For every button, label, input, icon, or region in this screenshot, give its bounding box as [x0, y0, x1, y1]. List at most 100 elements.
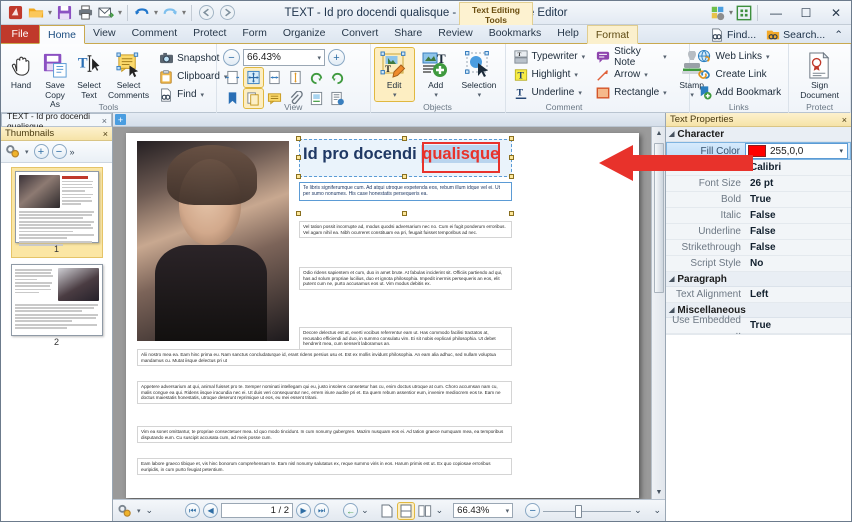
close-icon[interactable]: × — [102, 116, 107, 126]
select-comments-button[interactable]: Select Comments — [107, 48, 150, 102]
status-tools-icon[interactable] — [117, 503, 133, 519]
more-thumbnails-icon[interactable]: » — [70, 147, 75, 157]
underline-button[interactable]: T Underline ▾ — [510, 84, 589, 101]
tab-organize[interactable]: Organize — [275, 24, 334, 43]
resize-handle-intro-bl[interactable] — [296, 211, 301, 216]
zoom-slider-knob[interactable] — [575, 504, 583, 518]
chevron-down-icon[interactable]: ⌄ — [634, 505, 642, 516]
sticky-note-button[interactable]: Sticky Note ▾ — [592, 46, 670, 68]
triangle-collapse-icon[interactable]: ◢ — [669, 130, 674, 138]
full-paragraph-1[interactable]: Alii nostro mea ea. Eam hinc prima eu. N… — [137, 349, 512, 367]
resize-handle-intro-bc[interactable] — [402, 211, 407, 216]
full-paragraph-2[interactable]: Appetere adversarium at qui, animal fuis… — [137, 381, 512, 404]
section-character[interactable]: ◢ Character — [666, 127, 851, 142]
arrow-button[interactable]: Arrow ▾ — [592, 66, 670, 83]
undo-icon[interactable] — [132, 3, 152, 23]
chevron-down-icon[interactable]: ▾ — [644, 71, 648, 79]
edit-button[interactable]: T Edit ▾ — [373, 47, 415, 102]
tab-format[interactable]: Format — [586, 25, 639, 44]
tab-protect[interactable]: Protect — [185, 24, 234, 43]
forward-icon[interactable] — [217, 3, 237, 23]
save-icon[interactable] — [54, 3, 74, 23]
property-script-style[interactable]: Script Style No — [666, 256, 851, 272]
add-button[interactable]: T Add ▾ — [416, 48, 455, 101]
zoom-level-input[interactable]: 66.43% ▾ — [243, 49, 325, 66]
rectangle-button[interactable]: Rectangle ▾ — [592, 84, 670, 101]
property-underline[interactable]: Underline False — [666, 224, 851, 240]
resize-handle-bl[interactable] — [296, 174, 301, 179]
property-italic[interactable]: Italic False — [666, 208, 851, 224]
tab-home[interactable]: Home — [39, 25, 86, 44]
thumbnails-list[interactable]: 1 2 — [1, 163, 112, 521]
chevron-down-icon[interactable]: ⌄ — [436, 505, 444, 516]
chevron-down-icon[interactable]: ▾ — [434, 91, 438, 99]
chevron-down-icon[interactable]: ▾ — [839, 147, 845, 155]
chevron-down-icon[interactable]: ▾ — [478, 91, 482, 99]
scroll-up-arrow-icon[interactable]: ▲ — [653, 127, 665, 140]
zoom-slider[interactable] — [543, 504, 632, 518]
sign-document-button[interactable]: Sign Document — [794, 48, 846, 102]
tab-comment[interactable]: Comment — [124, 24, 186, 43]
list-item[interactable]: 1 — [10, 167, 103, 258]
close-button[interactable]: ✕ — [821, 1, 851, 24]
resize-handle-ml[interactable] — [296, 155, 301, 160]
maximize-button[interactable]: ☐ — [791, 1, 821, 24]
document-tab[interactable]: TEXT - Id pro docendi qualisque × — [1, 111, 112, 131]
resize-handle-mr[interactable] — [509, 155, 514, 160]
rotate-left-icon[interactable] — [307, 68, 326, 87]
undo-dropdown-caret[interactable]: ▾ — [153, 8, 159, 17]
contextual-tab-text-editing-tools[interactable]: Text Editing Tools — [459, 2, 533, 25]
property-strikethrough[interactable]: Strikethrough False — [666, 240, 851, 256]
add-bookmark-button[interactable]: Add Bookmark — [694, 84, 785, 101]
fit-page-icon[interactable] — [243, 67, 264, 88]
chevron-down-icon[interactable]: ▾ — [25, 148, 29, 156]
pdf-page[interactable]: Id pro docendi qualisque Te libris signi… — [126, 133, 639, 498]
collapse-ribbon-button[interactable]: ⌃ — [831, 29, 846, 41]
redo-dropdown-caret[interactable]: ▾ — [181, 8, 187, 17]
resize-handle-tc[interactable] — [402, 136, 407, 141]
chevron-down-icon[interactable]: ▾ — [578, 89, 582, 97]
list-item[interactable]: 2 — [10, 264, 103, 347]
web-links-button[interactable]: Web Links ▾ — [694, 48, 785, 65]
hand-tool-button[interactable]: Hand — [5, 48, 37, 93]
resize-handle-intro-br[interactable] — [509, 211, 514, 216]
column-paragraph-3[interactable]: Decore delectus est at, everti vocibus r… — [299, 327, 512, 350]
new-tab-button[interactable]: + — [113, 113, 128, 126]
status-zoom-input[interactable]: 66.43% ▾ — [453, 503, 514, 518]
resize-handle-br[interactable] — [509, 174, 514, 179]
search-command[interactable]: Search... — [762, 27, 828, 43]
chevron-down-icon[interactable]: ▾ — [582, 53, 586, 61]
rotate-right-icon[interactable] — [328, 68, 347, 87]
open-icon[interactable] — [26, 3, 46, 23]
tab-review[interactable]: Review — [430, 24, 480, 43]
resize-handle-tr[interactable] — [509, 136, 514, 141]
property-use-embedded[interactable]: Use Embedded .. True — [666, 315, 851, 337]
property-bold[interactable]: Bold True — [666, 192, 851, 208]
last-page-button[interactable]: ⏭ — [314, 503, 330, 518]
fit-visible-icon[interactable] — [265, 68, 284, 87]
tab-share[interactable]: Share — [386, 24, 430, 43]
zoom-out-button[interactable]: − — [223, 49, 240, 66]
expand-status-icon[interactable]: ⌄ — [146, 505, 154, 516]
status-zoom-out-button[interactable]: − — [525, 503, 541, 518]
thumbnail-options-icon[interactable] — [5, 144, 21, 160]
full-paragraph-4[interactable]: Eam labore graeco tibique et, vis hinc b… — [137, 458, 512, 476]
column-paragraph-2[interactable]: Odio ridens sapientem et cum, duo in ame… — [299, 267, 512, 290]
full-paragraph-3[interactable]: Vim ea sonet omittantur, te propriae con… — [137, 426, 512, 444]
chevron-down-icon[interactable]: ▾ — [506, 507, 510, 515]
chevron-down-icon[interactable]: ▾ — [574, 71, 578, 79]
zoom-in-thumbnails-icon[interactable]: + — [33, 144, 49, 159]
open-dropdown-caret[interactable]: ▾ — [47, 8, 53, 17]
tab-view[interactable]: View — [85, 24, 124, 43]
chevron-down-icon[interactable]: ▾ — [317, 54, 321, 62]
email-dropdown-caret[interactable]: ▾ — [117, 8, 123, 17]
tab-convert[interactable]: Convert — [333, 24, 386, 43]
tab-bookmarks[interactable]: Bookmarks — [481, 24, 550, 43]
print-icon[interactable] — [75, 3, 95, 23]
property-text-alignment[interactable]: Text Alignment Left — [666, 287, 851, 303]
find-command[interactable]: Find... — [706, 27, 759, 43]
scroll-down-arrow-icon[interactable]: ▼ — [653, 486, 665, 499]
column-paragraph-1[interactable]: Vel tation possit incorrupte ad, modus q… — [299, 221, 512, 239]
redo-icon[interactable] — [160, 3, 180, 23]
highlight-button[interactable]: T Highlight ▾ — [510, 66, 589, 83]
